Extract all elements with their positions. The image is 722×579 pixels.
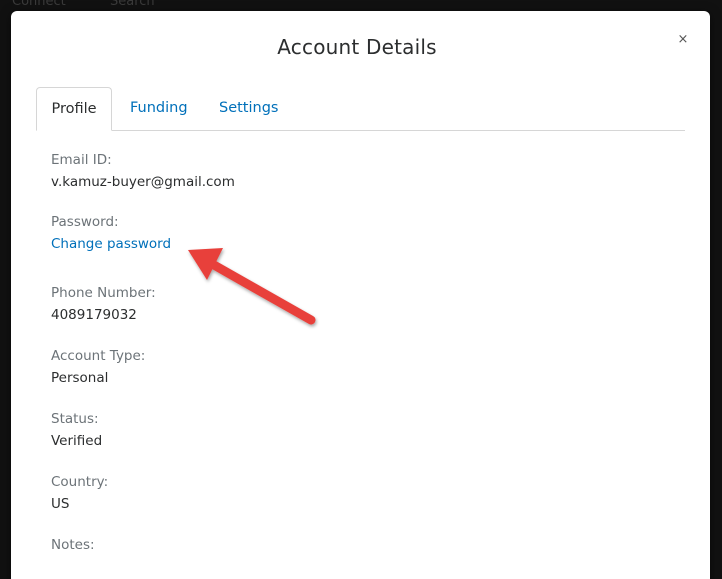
- status-value: Verified: [51, 433, 103, 449]
- account-type-value: Personal: [51, 370, 109, 386]
- email-field: Email ID: v.kamuz-buyer@gmail.com: [51, 151, 235, 191]
- close-icon[interactable]: ×: [675, 31, 691, 49]
- tab-bar: Profile Funding Settings: [36, 87, 685, 131]
- notes-label: Notes:: [51, 537, 95, 553]
- tab-funding[interactable]: Funding: [130, 87, 188, 129]
- country-label: Country:: [51, 474, 109, 490]
- password-field: Password: Change password: [51, 213, 171, 253]
- tab-profile[interactable]: Profile: [36, 87, 112, 131]
- email-value: v.kamuz-buyer@gmail.com: [51, 174, 235, 190]
- account-type-field: Account Type: Personal: [51, 347, 145, 387]
- password-label: Password:: [51, 214, 119, 230]
- modal-title: Account Details: [277, 35, 437, 59]
- background-nav-item: Connect: [12, 0, 66, 9]
- country-field: Country: US: [51, 473, 108, 513]
- status-field: Status: Verified: [51, 410, 102, 450]
- background-nav-item: Search: [110, 0, 155, 9]
- status-label: Status:: [51, 411, 99, 427]
- phone-field: Phone Number: 4089179032: [51, 284, 156, 324]
- notes-field: Notes:: [51, 536, 95, 558]
- tab-settings[interactable]: Settings: [219, 87, 278, 129]
- phone-value: 4089179032: [51, 307, 137, 323]
- phone-label: Phone Number:: [51, 285, 156, 301]
- email-label: Email ID:: [51, 152, 112, 168]
- account-type-label: Account Type:: [51, 348, 146, 364]
- change-password-link[interactable]: Change password: [51, 235, 171, 253]
- account-details-modal: Account Details × Profile Funding Settin…: [11, 11, 710, 579]
- country-value: US: [51, 496, 70, 512]
